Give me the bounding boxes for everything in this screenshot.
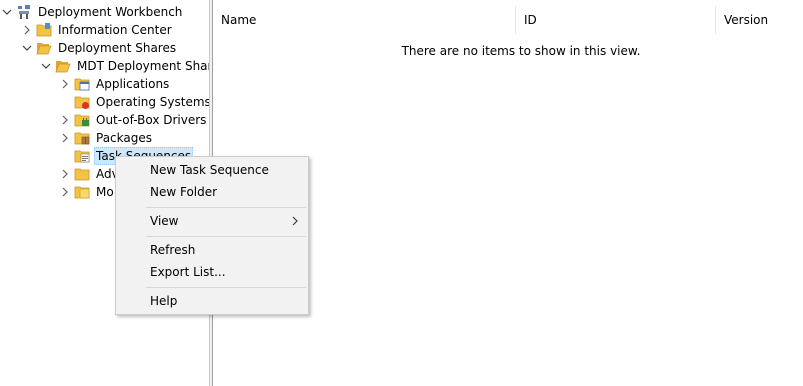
tree-node-deployment-workbench[interactable]: Deployment Workbench [0,3,184,21]
menu-separator [146,207,306,208]
task-sequences-folder-icon [74,148,90,164]
column-header-name[interactable]: Name [213,6,516,34]
chevron-right-icon[interactable] [20,21,34,39]
tree-node-label: MDT Deployment Share ( [77,59,209,73]
empty-list-message: There are no items to show in this view. [401,44,641,58]
tree-node-label: Deployment Shares [58,41,177,55]
menu-item-export-list[interactable]: Export List... [116,261,308,283]
tree-node-information-center[interactable]: Information Center [20,21,174,39]
column-header-version[interactable]: Version [716,6,803,34]
chevron-down-icon[interactable] [0,3,14,21]
tree-node-mdt-deployment-share[interactable]: MDT Deployment Share ( [39,57,209,75]
chevron-down-icon[interactable] [20,39,34,57]
packages-folder-icon [74,130,90,146]
tree-node-label: Deployment Workbench [38,5,183,19]
tree-node-deployment-shares[interactable]: Deployment Shares [20,39,178,57]
folder-icon [36,22,52,38]
tree-node-label: Information Center [58,23,172,37]
chevron-right-icon[interactable] [58,111,72,129]
tree-node-label: Operating Systems [96,95,209,109]
workbench-icon [16,4,32,20]
menu-item-view[interactable]: View [116,210,308,232]
column-header-id[interactable]: ID [516,6,716,34]
drivers-folder-icon [74,112,90,128]
tree-node-out-of-box-drivers[interactable]: Out-of-Box Drivers [58,111,208,129]
folder-icon [74,166,90,182]
monitoring-folder-icon [74,184,90,200]
chevron-right-icon[interactable] [58,75,72,93]
chevron-right-icon[interactable] [58,129,72,147]
tree-node-label: Out-of-Box Drivers [96,113,207,127]
menu-separator [146,287,306,288]
menu-item-refresh[interactable]: Refresh [116,239,308,261]
menu-item-help[interactable]: Help [116,290,308,312]
tree-node-applications[interactable]: Applications [58,75,171,93]
tree-node-packages[interactable]: Packages [58,129,154,147]
tree-node-operating-systems[interactable]: Operating Systems [58,93,209,111]
menu-separator [146,236,306,237]
chevron-right-icon[interactable] [58,183,72,201]
tree-node-label: Mo [96,185,114,199]
applications-folder-icon [74,76,90,92]
tree-node-label: Packages [96,131,152,145]
os-folder-icon [74,94,90,110]
menu-item-label: View [150,214,179,228]
menu-item-new-task-sequence[interactable]: New Task Sequence [116,159,308,181]
menu-item-new-folder[interactable]: New Folder [116,181,308,203]
tree-node-monitoring[interactable]: Mo [58,183,116,201]
chevron-down-icon[interactable] [39,57,53,75]
tree-node-label: Applications [96,77,170,91]
chevron-right-icon[interactable] [58,165,72,183]
folder-open-icon [55,58,71,74]
list-header: Name ID Version [213,0,803,38]
submenu-arrow-icon [292,210,298,239]
folder-open-icon [36,40,52,56]
tree-node-advanced-configuration[interactable]: Adv [58,165,121,183]
context-menu: New Task Sequence New Folder View Refres… [115,156,309,315]
